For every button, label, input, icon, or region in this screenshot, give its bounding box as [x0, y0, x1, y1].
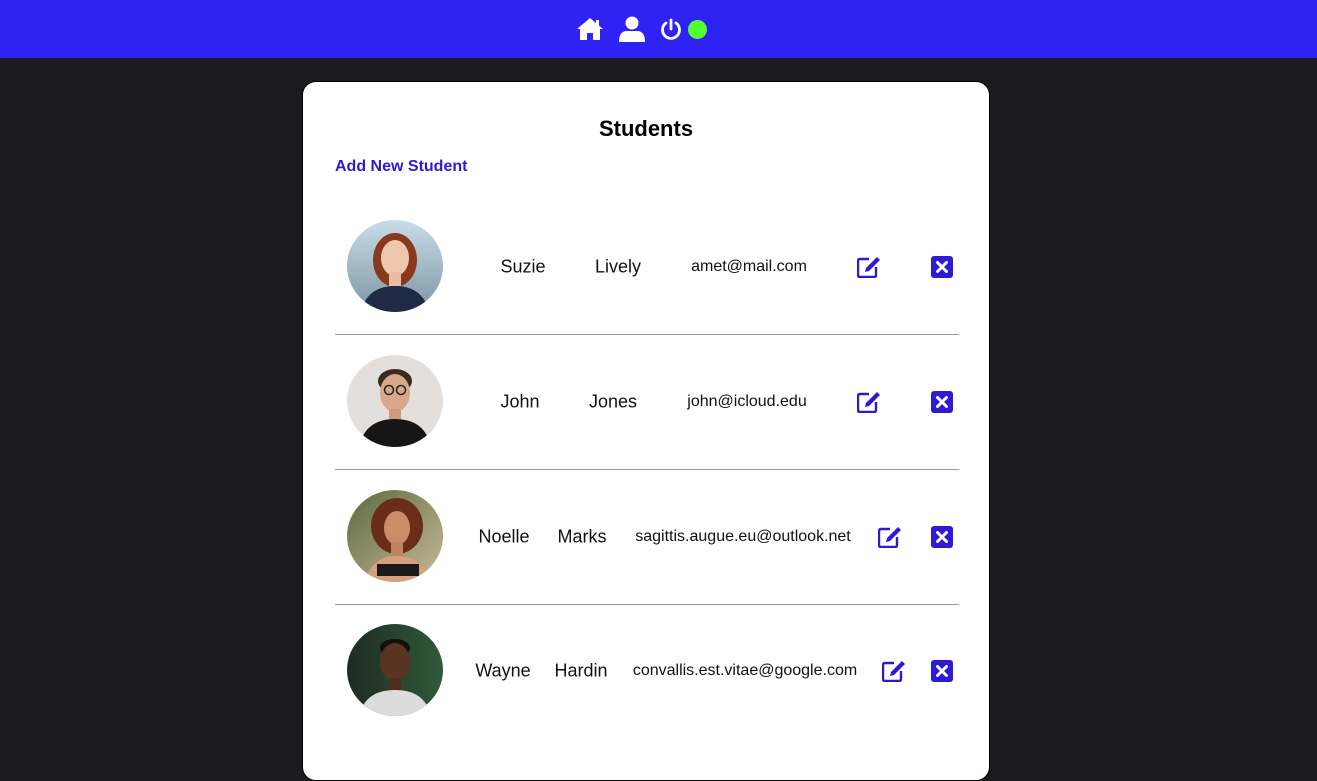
student-first-name: Wayne [475, 660, 531, 681]
student-avatar [347, 490, 443, 582]
edit-icon[interactable] [857, 391, 881, 413]
student-row: Noelle Marks sagittis.augue.eu@outlook.n… [335, 470, 959, 605]
top-nav-bar [0, 0, 1317, 58]
student-row: Suzie Lively amet@mail.com [335, 200, 959, 335]
page-title: Students [598, 116, 694, 141]
student-avatar [347, 624, 443, 716]
student-row: Wayne Hardin convallis.est.vitae@google.… [335, 604, 959, 738]
add-new-student-link[interactable]: Add New Student [335, 158, 467, 176]
student-avatar [347, 220, 443, 312]
power-icon[interactable] [660, 18, 682, 40]
delete-icon[interactable] [931, 391, 953, 413]
student-last-name: Hardin [554, 660, 608, 681]
delete-icon[interactable] [931, 526, 953, 548]
students-card: Students Add New Student Suzie Lively am… [302, 81, 990, 781]
online-status-indicator [687, 19, 707, 39]
student-first-name: John [500, 391, 540, 412]
student-email: john@icloud.edu [687, 393, 807, 410]
delete-icon[interactable] [931, 256, 953, 278]
home-icon[interactable] [576, 17, 604, 41]
student-email: amet@mail.com [691, 258, 807, 275]
user-icon[interactable] [618, 16, 646, 42]
edit-icon[interactable] [878, 526, 902, 548]
student-last-name: Lively [594, 256, 642, 277]
edit-icon[interactable] [882, 660, 906, 682]
student-first-name: Noelle [478, 526, 530, 547]
student-avatar [347, 355, 443, 447]
student-email: convallis.est.vitae@google.com [632, 662, 858, 679]
edit-icon[interactable] [857, 256, 881, 278]
student-first-name: Suzie [500, 256, 546, 277]
nav-icon-group [576, 16, 707, 42]
student-email: sagittis.augue.eu@outlook.net [635, 528, 851, 545]
student-row: John Jones john@icloud.edu [335, 335, 959, 470]
student-last-name: Marks [557, 526, 607, 547]
delete-icon[interactable] [931, 660, 953, 682]
student-last-name: Jones [588, 391, 638, 412]
